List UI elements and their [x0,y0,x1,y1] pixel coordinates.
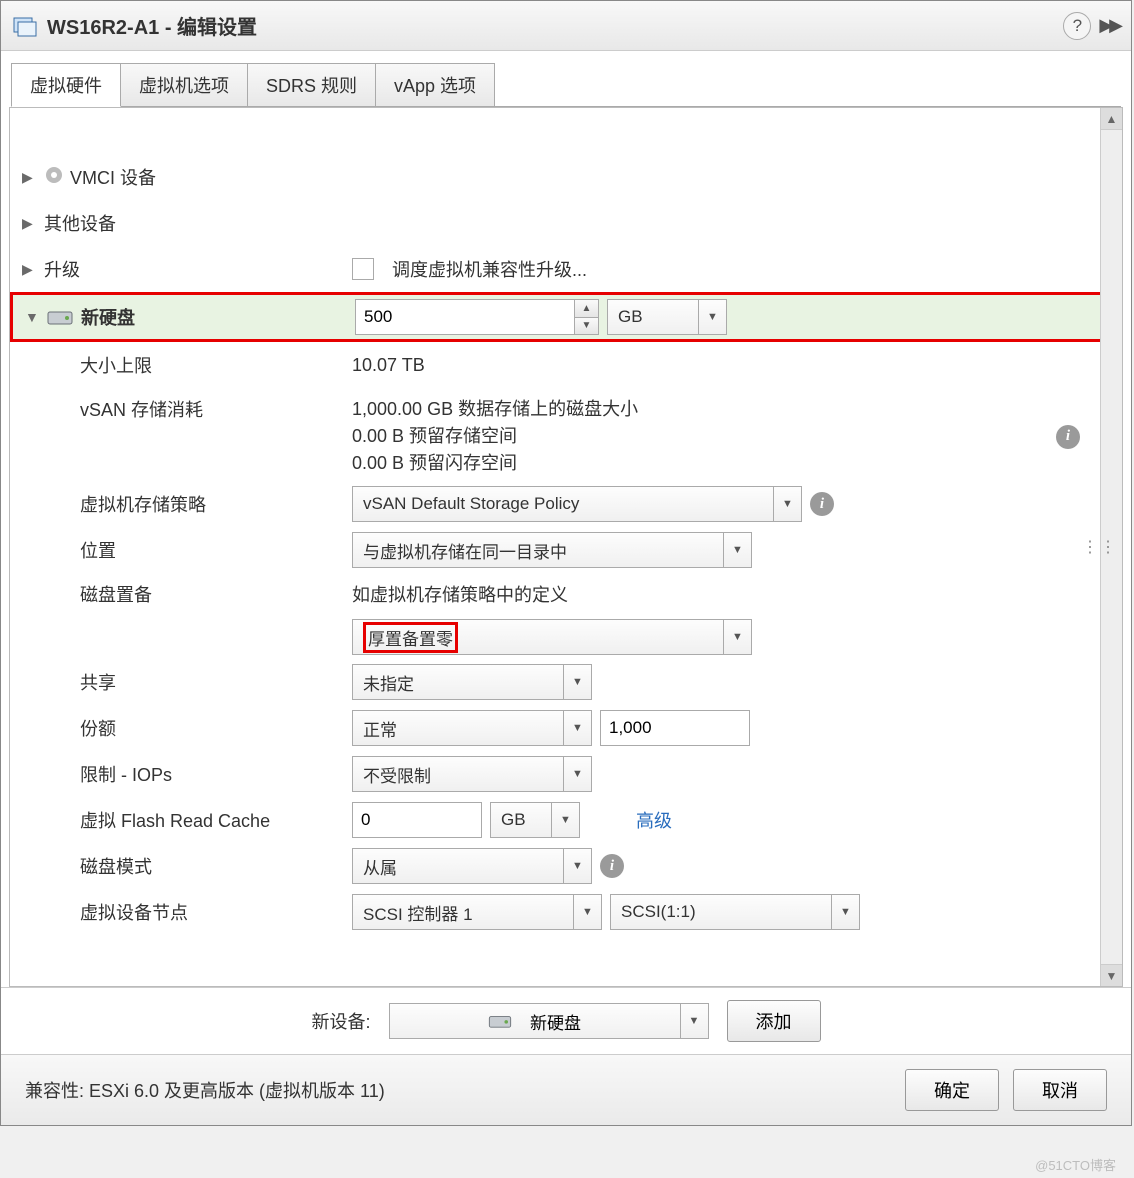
row-partial-top: ▼ [10,108,1122,154]
spin-up-icon[interactable]: ▲ [575,300,598,318]
new-device-bar: 新设备: 新硬盘 ▼ 添加 [1,987,1131,1054]
row-location: 位置 与虚拟机存储在同一目录中▼ [10,527,1122,573]
max-size-value: 10.07 TB [352,355,425,376]
shares-value-input[interactable] [600,710,750,746]
add-button[interactable]: 添加 [727,1000,821,1042]
tab-bar: 虚拟硬件 虚拟机选项 SDRS 规则 vApp 选项 [1,51,1131,107]
settings-panel: ▼ ▶ VMCI 设备 ▶ 其他设备 ▶ [9,107,1123,987]
other-devices-label: 其他设备 [44,210,116,236]
row-vmci[interactable]: ▶ VMCI 设备 [10,154,1122,200]
info-icon[interactable]: i [810,492,834,516]
disk-size-spinner[interactable]: ▲▼ [355,299,599,335]
location-select[interactable]: 与虚拟机存储在同一目录中▼ [352,532,752,568]
titlebar: WS16R2-A1 - 编辑设置 ? ▶▶ [1,1,1131,51]
flash-advanced-link[interactable]: 高级 [636,807,672,833]
info-icon[interactable]: i [600,854,624,878]
share-select[interactable]: 未指定▼ [352,664,592,700]
row-disk-provision: 磁盘置备 如虚拟机存储策略中的定义 厚置备置零 ▼ [10,573,1122,659]
row-shares: 份额 正常▼ [10,705,1122,751]
row-virtual-device-node: 虚拟设备节点 SCSI 控制器 1▼ SCSI(1:1)▼ [10,889,1122,935]
scrollbar-grip-icon[interactable]: ⋮⋮ [1082,537,1118,557]
upgrade-checkbox[interactable] [352,258,374,280]
chevron-down-icon: ▼ [698,300,726,334]
storage-policy-select[interactable]: vSAN Default Storage Policy▼ [352,486,802,522]
chevron-down-icon: ▼ [680,1004,708,1038]
help-icon[interactable]: ? [1063,12,1091,40]
new-device-label: 新设备: [311,1008,370,1034]
chevron-down-icon: ▼ [563,665,591,699]
row-disk-mode: 磁盘模式 从属▼ i [10,843,1122,889]
gear-icon [44,165,64,190]
chevron-down-icon: ▼ [563,849,591,883]
row-vsan: vSAN 存储消耗 1,000.00 GB 数据存储上的磁盘大小 0.00 B … [10,388,1122,481]
new-device-select[interactable]: 新硬盘 ▼ [389,1003,709,1039]
chevron-down-icon: ▼ [773,487,801,521]
row-limit-iops: 限制 - IOPs 不受限制▼ [10,751,1122,797]
row-share: 共享 未指定▼ [10,659,1122,705]
limit-iops-select[interactable]: 不受限制▼ [352,756,592,792]
upgrade-label: 升级 [44,256,80,282]
upgrade-checkbox-text: 调度虚拟机兼容性升级... [392,256,587,282]
tab-vm-options[interactable]: 虚拟机选项 [120,63,248,106]
tab-virtual-hardware[interactable]: 虚拟硬件 [11,63,121,107]
caret-right-icon: ▶ [22,261,38,278]
tab-sdrs-rules[interactable]: SDRS 规则 [247,63,376,106]
scrollbar[interactable]: ▲ ⋮⋮ ▼ [1100,108,1122,986]
disk-size-unit-select[interactable]: GB▼ [607,299,727,335]
flash-cache-input[interactable] [352,802,482,838]
caret-down-icon: ▼ [25,309,41,325]
vm-icon [13,15,37,37]
compatibility-text: 兼容性: ESXi 6.0 及更高版本 (虚拟机版本 11) [25,1077,385,1103]
info-icon[interactable]: i [1056,425,1080,449]
chevron-down-icon: ▼ [831,895,859,929]
shares-select[interactable]: 正常▼ [352,710,592,746]
scroll-down-icon[interactable]: ▼ [1101,964,1122,986]
disk-size-input[interactable] [355,299,575,335]
chevron-down-icon: ▼ [723,533,751,567]
watermark: @51CTO博客 [1035,1155,1116,1174]
edit-settings-dialog: WS16R2-A1 - 编辑设置 ? ▶▶ 虚拟硬件 虚拟机选项 SDRS 规则… [0,0,1132,1126]
cancel-button[interactable]: 取消 [1013,1069,1107,1111]
chevron-down-icon: ▼ [573,895,601,929]
chevron-down-icon: ▼ [563,711,591,745]
disk-icon [47,308,73,326]
disk-icon [488,1013,512,1029]
row-new-disk[interactable]: ▼ 新硬盘 ▲▼ GB▼ [10,292,1122,342]
flash-cache-unit-select[interactable]: GB▼ [490,802,580,838]
row-max-size: 大小上限 10.07 TB [10,342,1122,388]
scroll-up-icon[interactable]: ▲ [1101,108,1122,130]
tab-vapp-options[interactable]: vApp 选项 [375,63,495,106]
row-flash-cache: 虚拟 Flash Read Cache GB▼ 高级 [10,797,1122,843]
chevron-down-icon: ▼ [723,620,751,654]
chevron-down-icon: ▼ [563,757,591,791]
row-storage-policy: 虚拟机存储策略 vSAN Default Storage Policy▼ i [10,481,1122,527]
chevron-down-icon: ▼ [551,803,579,837]
spin-down-icon[interactable]: ▼ [575,318,598,335]
scsi-address-select[interactable]: SCSI(1:1)▼ [610,894,860,930]
ok-button[interactable]: 确定 [905,1069,999,1111]
new-disk-label: 新硬盘 [81,304,135,330]
disk-provision-select[interactable]: 厚置备置零 ▼ [352,619,752,655]
dialog-title: WS16R2-A1 - 编辑设置 [47,11,257,40]
row-upgrade[interactable]: ▶ 升级 调度虚拟机兼容性升级... [10,246,1122,292]
scsi-controller-select[interactable]: SCSI 控制器 1▼ [352,894,602,930]
disk-mode-select[interactable]: 从属▼ [352,848,592,884]
caret-right-icon: ▶ [22,215,38,232]
expand-icon[interactable]: ▶▶ [1099,15,1119,36]
caret-right-icon: ▶ [22,169,38,186]
row-other-devices[interactable]: ▶ 其他设备 [10,200,1122,246]
vmci-label: VMCI 设备 [70,164,156,190]
provision-value-highlight: 厚置备置零 [363,622,458,653]
dialog-footer: 兼容性: ESXi 6.0 及更高版本 (虚拟机版本 11) 确定 取消 [1,1054,1131,1125]
disk-provision-text: 如虚拟机存储策略中的定义 [352,581,568,607]
